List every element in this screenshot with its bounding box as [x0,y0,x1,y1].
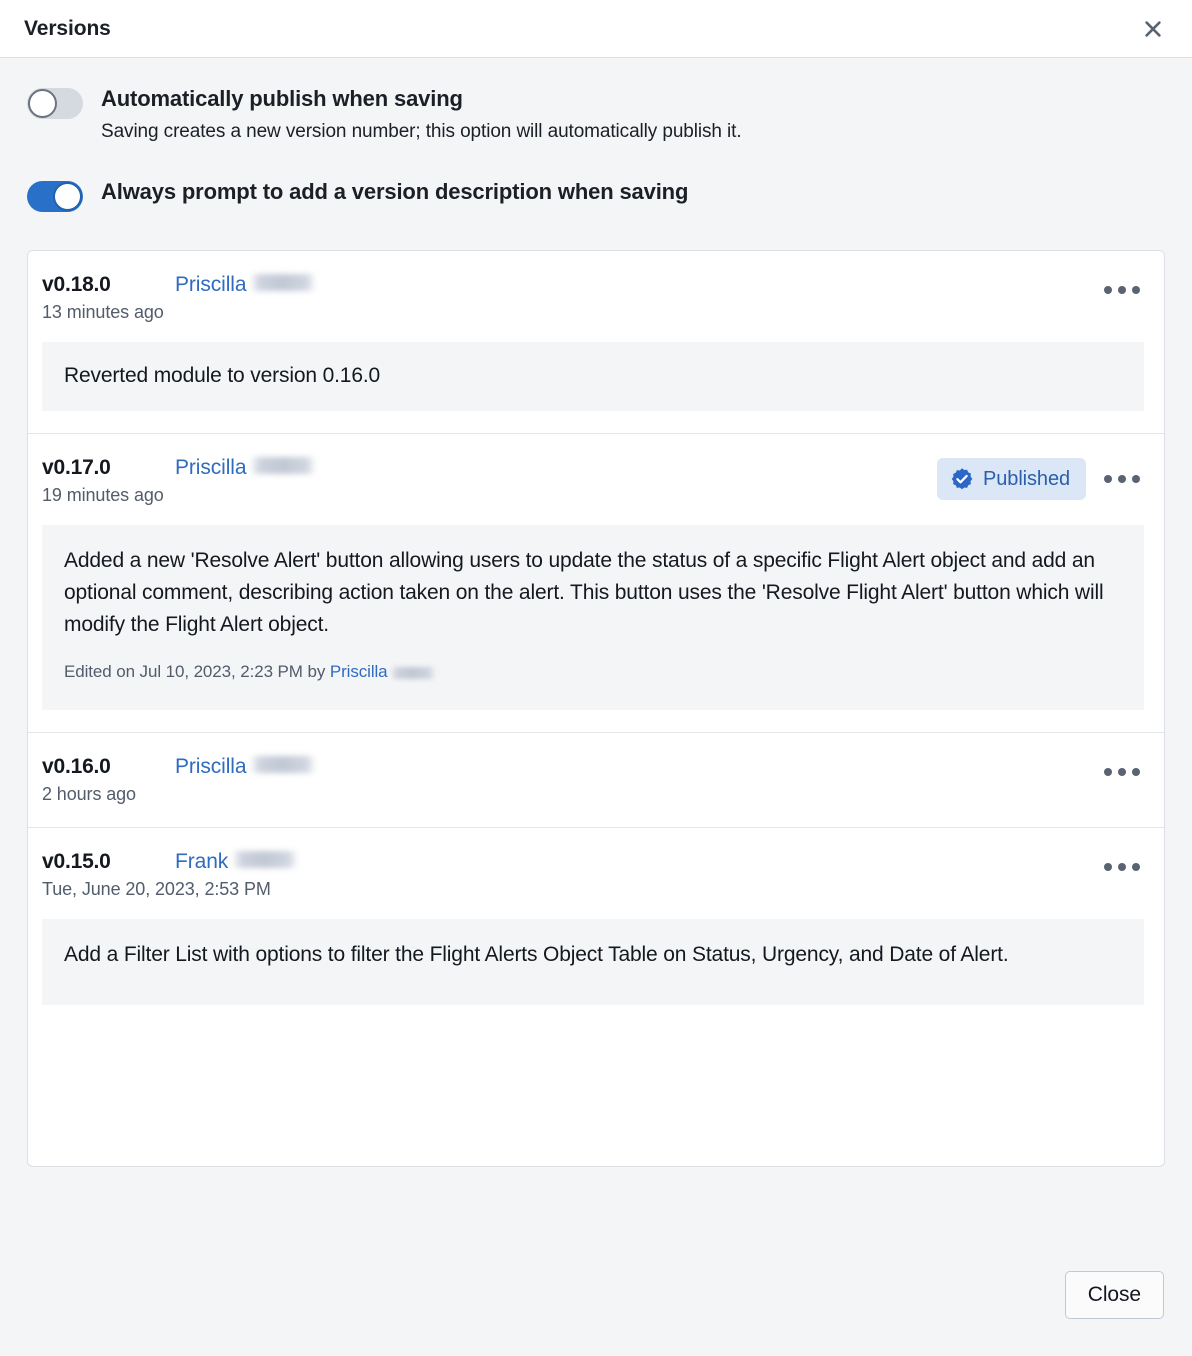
dot [1104,286,1112,294]
more-options-icon[interactable] [1100,464,1144,494]
toggle-prompt-description[interactable] [27,181,83,212]
more-options-icon[interactable] [1100,275,1144,305]
close-button[interactable]: Close [1064,1271,1164,1319]
version-actions [1100,755,1144,787]
version-author-name: Priscilla [175,456,247,479]
toggle-knob [28,89,57,118]
dot [1132,475,1140,483]
version-meta: v0.18.0 Priscilla 13 minutes ago [42,273,1100,323]
version-actions [1100,273,1144,305]
version-author-name: Priscilla [175,755,247,778]
setting-auto-publish: Automatically publish when saving Saving… [27,84,1165,146]
version-description-block: Added a new 'Resolve Alert' button allow… [42,525,1144,710]
close-icon[interactable] [1136,12,1170,46]
dot [1104,768,1112,776]
page-title: Versions [24,16,111,40]
version-edited-prefix: Edited on Jul 10, 2023, 2:23 PM by [64,662,330,681]
redacted-surname [251,274,316,291]
version-row: v0.16.0 Priscilla 2 hours ago [28,733,1164,828]
version-author[interactable]: Frank [175,850,298,874]
version-number: v0.16.0 [42,755,111,778]
version-header: v0.15.0 Frank Tue, June 20, 2023, 2:53 P… [42,850,1144,900]
setting-auto-publish-label: Automatically publish when saving [101,86,463,111]
version-author[interactable]: Priscilla [175,755,316,779]
version-row: v0.17.0 Priscilla 19 minutes ago Publish… [28,434,1164,733]
version-header: v0.16.0 Priscilla 2 hours ago [42,755,1144,805]
version-description: Reverted module to version 0.16.0 [42,342,1144,411]
version-identity: v0.15.0 Frank [42,850,1100,874]
version-description: Add a Filter List with options to filter… [42,919,1144,1005]
more-options-icon[interactable] [1100,852,1144,882]
version-author[interactable]: Priscilla [175,456,316,480]
redacted-surname [390,666,435,679]
dot [1104,863,1112,871]
dialog-body: Automatically publish when saving Saving… [0,58,1192,1252]
version-meta: v0.15.0 Frank Tue, June 20, 2023, 2:53 P… [42,850,1100,900]
dialog-footer: Close [0,1252,1192,1356]
version-description: Added a new 'Resolve Alert' button allow… [64,549,1104,636]
toggle-auto-publish[interactable] [27,88,83,119]
version-edited-author[interactable]: Priscilla [330,662,388,681]
version-identity: v0.18.0 Priscilla [42,273,1100,297]
version-meta: v0.16.0 Priscilla 2 hours ago [42,755,1100,805]
status-badge: Published [937,458,1086,500]
dot [1118,768,1126,776]
version-edited-note: Edited on Jul 10, 2023, 2:23 PM by Prisc… [64,656,1122,688]
redacted-surname [251,457,316,474]
dot [1118,286,1126,294]
more-options-icon[interactable] [1100,757,1144,787]
dialog-header: Versions [0,0,1192,58]
status-badge-label: Published [983,467,1070,490]
version-meta: v0.17.0 Priscilla 19 minutes ago [42,456,937,506]
version-identity: v0.17.0 Priscilla [42,456,937,480]
version-header: v0.17.0 Priscilla 19 minutes ago Publish… [42,456,1144,506]
dot [1118,475,1126,483]
version-author-name: Priscilla [175,273,247,296]
version-row: v0.15.0 Frank Tue, June 20, 2023, 2:53 P… [28,828,1164,1005]
setting-prompt-description-text: Always prompt to add a version descripti… [101,177,688,207]
setting-prompt-description: Always prompt to add a version descripti… [27,177,1165,212]
versions-dialog: Versions Automatically publish when savi… [0,0,1192,1356]
redacted-surname [251,756,316,773]
setting-auto-publish-description: Saving creates a new version number; thi… [101,121,742,142]
dot [1104,475,1112,483]
toggle-knob [53,182,82,211]
version-actions: Published [937,456,1144,500]
version-timestamp: 13 minutes ago [42,302,164,322]
version-row: v0.18.0 Priscilla 13 minutes ago Reverte [28,251,1164,434]
version-timestamp: 19 minutes ago [42,485,164,505]
dot [1132,863,1140,871]
version-number: v0.17.0 [42,456,111,479]
versions-list: v0.18.0 Priscilla 13 minutes ago Reverte [27,250,1165,1167]
setting-prompt-description-label: Always prompt to add a version descripti… [101,179,689,204]
verified-check-icon [951,468,973,490]
setting-auto-publish-text: Automatically publish when saving Saving… [101,84,742,146]
version-number: v0.15.0 [42,850,111,873]
version-header: v0.18.0 Priscilla 13 minutes ago [42,273,1144,323]
dot [1132,768,1140,776]
version-identity: v0.16.0 Priscilla [42,755,1100,779]
redacted-surname [233,851,298,868]
version-author[interactable]: Priscilla [175,273,316,297]
version-timestamp: Tue, June 20, 2023, 2:53 PM [42,879,271,899]
version-number: v0.18.0 [42,273,111,296]
version-actions [1100,850,1144,882]
version-timestamp: 2 hours ago [42,784,136,804]
version-author-name: Frank [175,850,229,873]
dot [1118,863,1126,871]
dot [1132,286,1140,294]
